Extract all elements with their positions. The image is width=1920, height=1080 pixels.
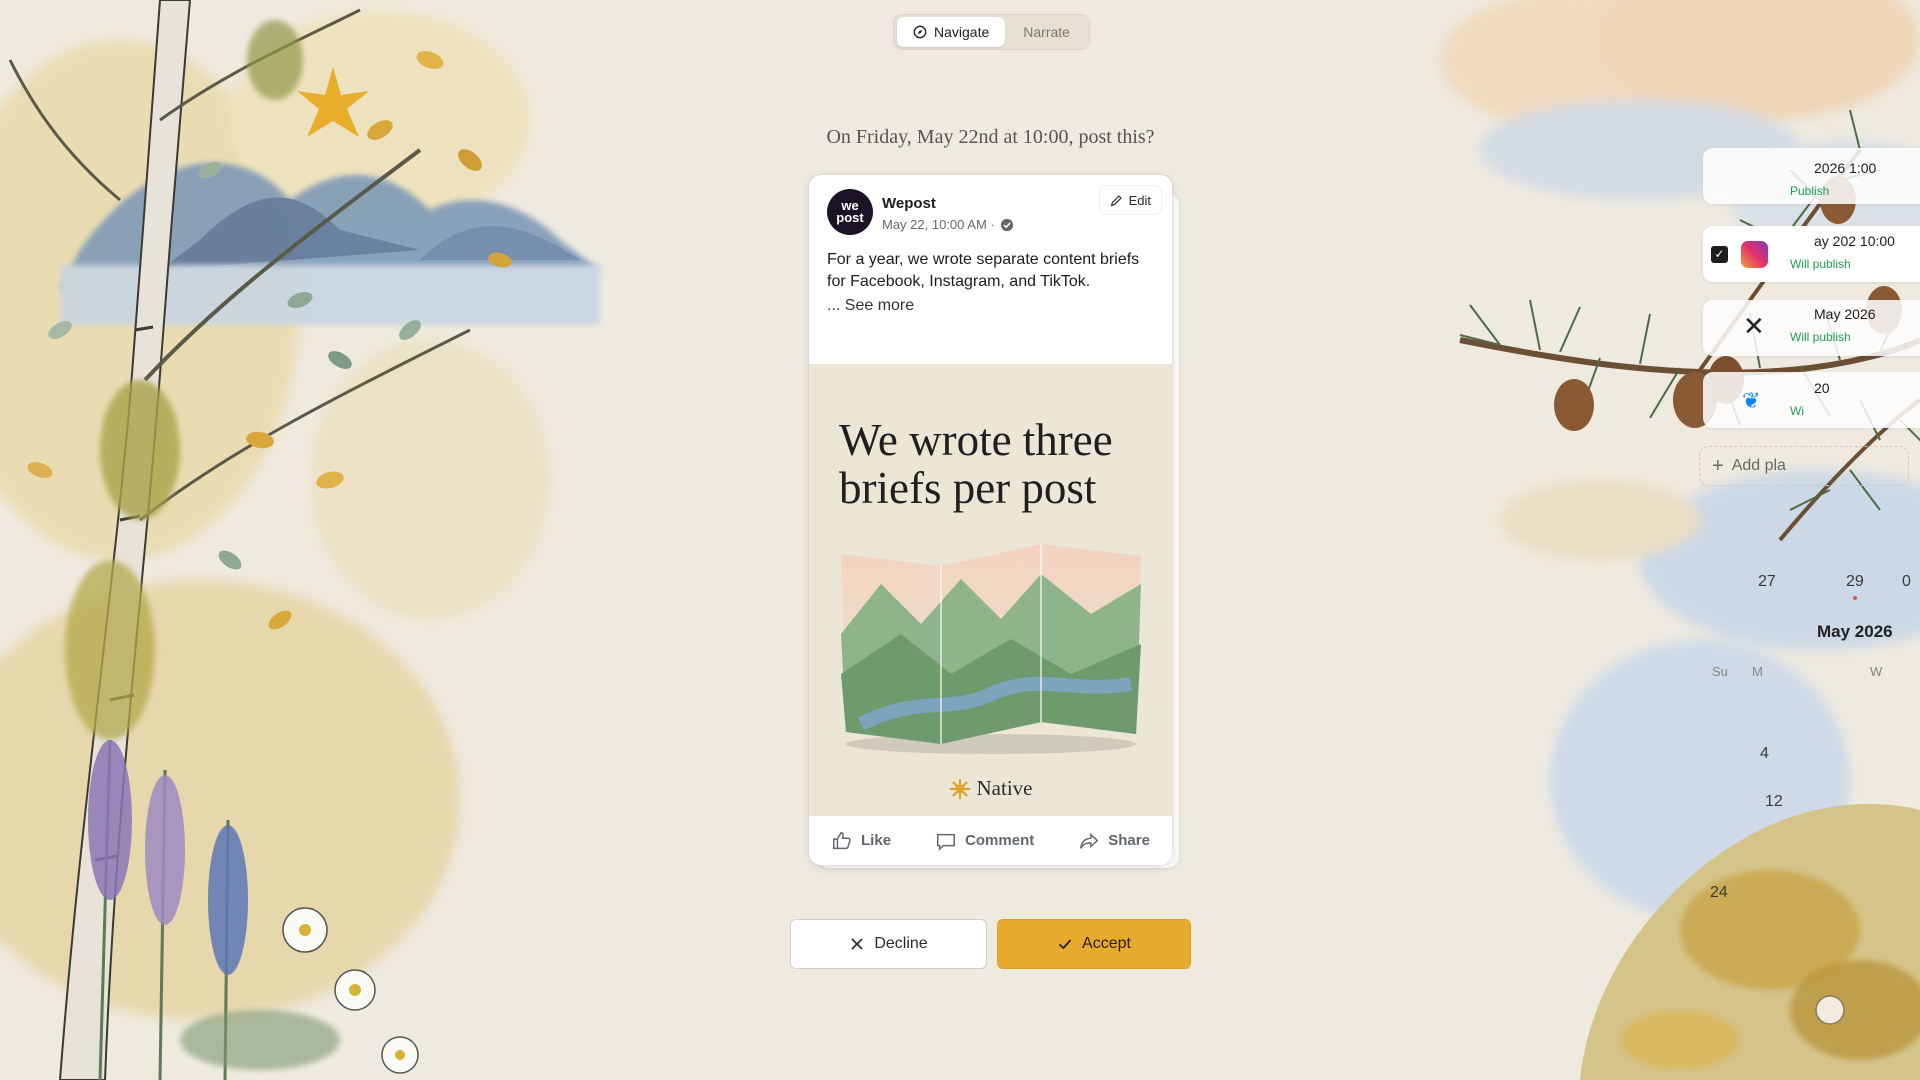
calendar-day[interactable]: 0 — [1902, 573, 1911, 591]
close-icon — [851, 938, 863, 950]
navigate-label: Navigate — [934, 24, 990, 40]
author-name: Wepost — [882, 195, 936, 212]
instagram-icon — [1741, 241, 1768, 268]
post-meta: May 22, 10:00 AM · — [882, 217, 1014, 232]
today-dot — [1853, 596, 1857, 600]
scheduled-row-2-time: ay 202 10:00 — [1814, 233, 1895, 249]
post-preview-card: we post Wepost May 22, 10:00 AM · Edit F… — [809, 175, 1172, 865]
scheduled-row-4-time: 20 — [1814, 380, 1830, 396]
edit-label: Edit — [1128, 192, 1151, 208]
sunburst-logo-icon — [949, 778, 970, 799]
share-label: Share — [1108, 832, 1150, 849]
calendar-day[interactable]: 24 — [1710, 884, 1728, 902]
accept-button[interactable]: Accept — [997, 919, 1191, 969]
calendar-day[interactable]: 4 — [1760, 745, 1769, 763]
accept-label: Accept — [1082, 935, 1131, 952]
compass-icon — [913, 25, 927, 39]
like-label: Like — [861, 832, 892, 849]
post-timestamp: May 22, 10:00 AM · — [882, 217, 995, 232]
scheduled-row-4-status: Wi — [1790, 404, 1804, 418]
creative-headline: We wrote three briefs per post — [839, 415, 1113, 513]
post-creative-image: We wrote three briefs per post Native — [809, 364, 1172, 816]
scheduled-row-3-status: Will publish — [1790, 330, 1851, 344]
narrate-mode-button[interactable]: Narrate — [1007, 17, 1086, 47]
scheduled-row-1-time: 2026 1:00 — [1814, 160, 1877, 176]
comment-bubble-icon — [937, 833, 956, 851]
calendar-day[interactable]: 12 — [1765, 793, 1783, 811]
decline-button[interactable]: Decline — [790, 919, 987, 969]
comment-label: Comment — [965, 832, 1035, 849]
thumbs-up-icon — [833, 831, 851, 849]
plus-icon: + — [1712, 454, 1724, 477]
verified-globe-icon — [1000, 218, 1013, 231]
avatar-text-bottom: post — [836, 210, 864, 225]
add-platform-button[interactable]: + Add pla — [1699, 446, 1909, 486]
scheduled-row-3-time: May 2026 — [1814, 306, 1876, 322]
mode-toggle: Navigate Narrate — [893, 14, 1090, 50]
folded-map-illustration — [841, 544, 1141, 754]
scheduled-row-4[interactable] — [1703, 372, 1920, 428]
calendar-day[interactable]: 27 — [1758, 573, 1776, 591]
calendar-weekday: W — [1870, 664, 1883, 679]
comment-button[interactable]: Comment — [935, 830, 1034, 852]
post-actions: Like Comment Share — [809, 816, 1172, 865]
decline-label: Decline — [874, 935, 928, 952]
share-arrow-icon — [1080, 832, 1099, 849]
share-button[interactable]: Share — [1078, 830, 1150, 852]
brand-mark: Native — [809, 776, 1172, 801]
bluesky-butterfly-icon: ❦ — [1742, 388, 1761, 413]
calendar-month-title: May 2026 — [1817, 622, 1893, 641]
narrate-label: Narrate — [1023, 24, 1070, 40]
post-header: we post Wepost May 22, 10:00 AM · Edit — [809, 175, 1172, 245]
navigate-mode-button[interactable]: Navigate — [897, 17, 1006, 47]
edit-button[interactable]: Edit — [1098, 185, 1162, 215]
row-2-checkbox[interactable]: ✓ — [1711, 246, 1728, 263]
calendar-weekday: M — [1752, 664, 1763, 679]
scheduled-row-3[interactable] — [1703, 300, 1920, 356]
like-button[interactable]: Like — [831, 830, 891, 852]
calendar-day[interactable]: 29 — [1846, 573, 1864, 591]
pencil-icon — [1110, 194, 1122, 206]
scheduled-row-2-status: Will publish — [1790, 257, 1851, 271]
see-more-link[interactable]: ... See more — [809, 297, 932, 315]
add-platform-label: Add pla — [1731, 457, 1786, 474]
scheduled-row-1-status: Publish — [1790, 184, 1830, 198]
post-body-text: For a year, we wrote separate content br… — [827, 251, 1140, 290]
calendar-weekday: Su — [1712, 664, 1728, 679]
brand-name: Native — [976, 776, 1033, 800]
avatar: we post — [827, 189, 873, 235]
checkmark-icon — [1058, 939, 1072, 950]
x-logo-icon: ✕ — [1743, 312, 1765, 342]
